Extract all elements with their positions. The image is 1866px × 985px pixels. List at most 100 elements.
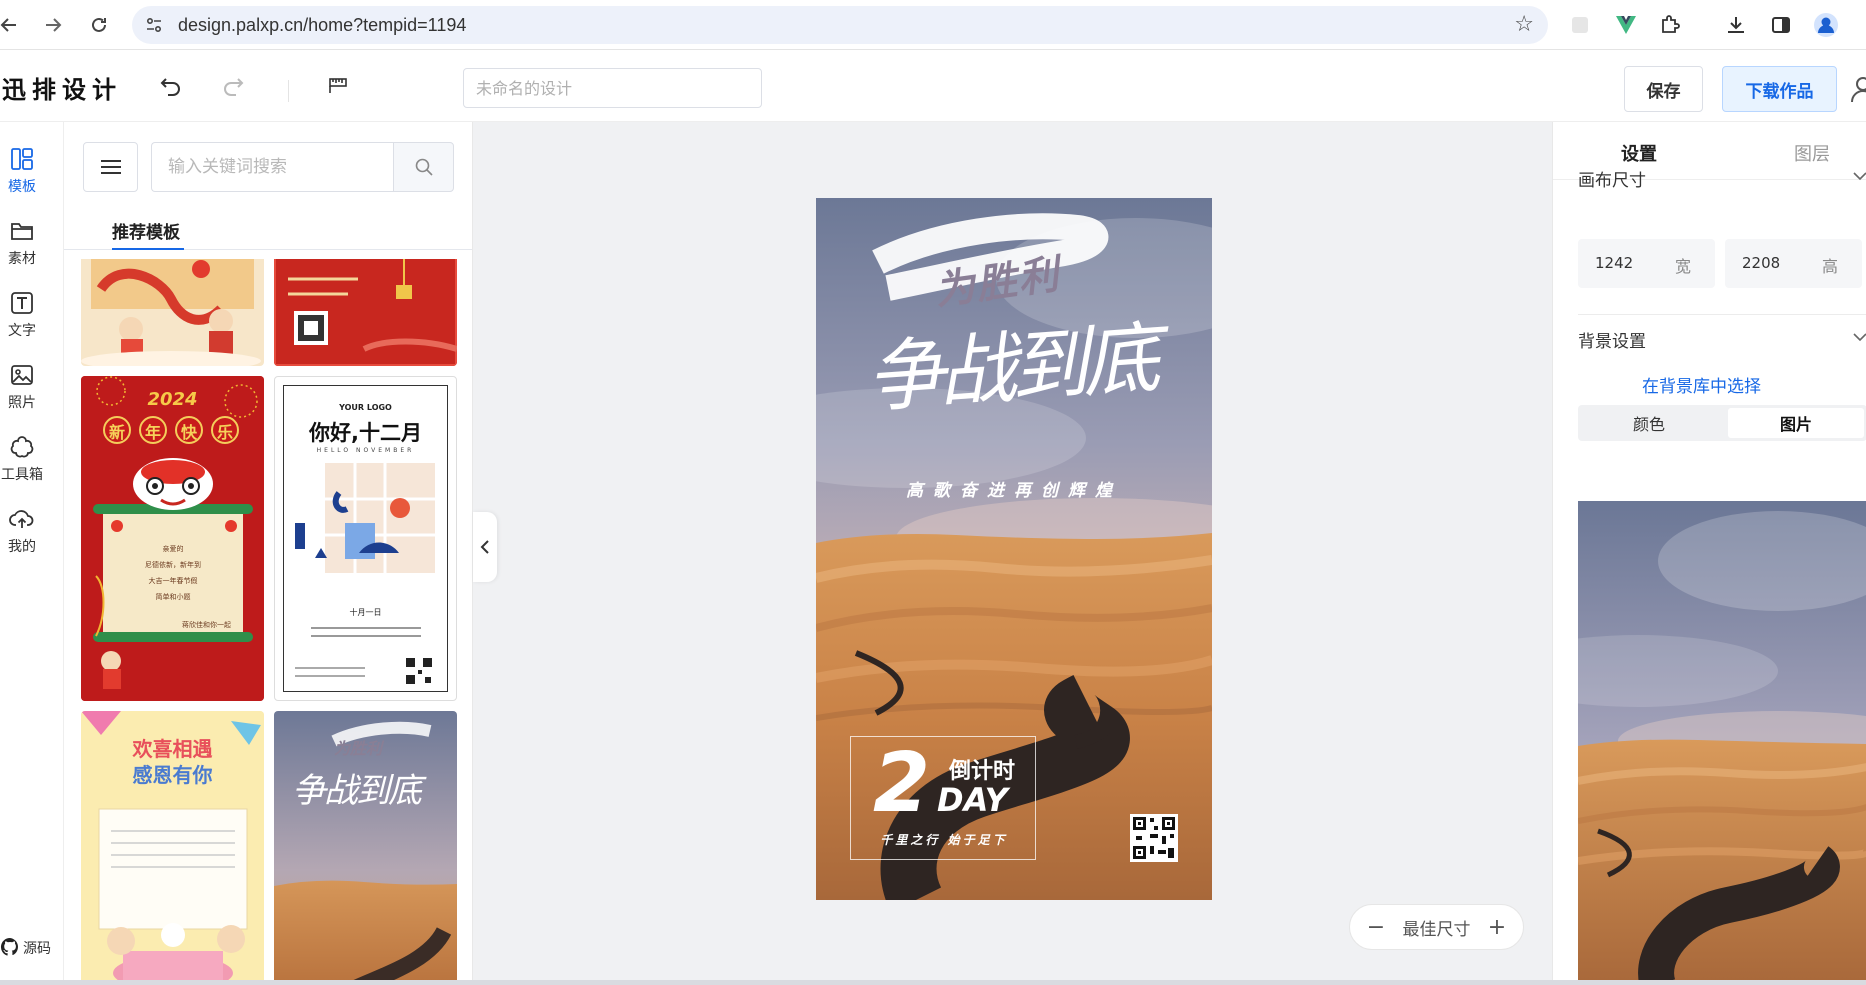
design-title-input[interactable] [463, 68, 762, 108]
poster-main-title[interactable]: 争战到底 [862, 296, 1158, 428]
recommended-templates-tab[interactable]: 推荐模板 [64, 214, 472, 250]
countdown-box[interactable]: 2 倒计时 DAY 千里之行 始于足下 [850, 736, 1036, 860]
template-thumb-thanks[interactable]: 欢喜相遇 感恩有你 [81, 711, 264, 985]
thumb-main-text: 争战到底 [292, 771, 422, 811]
vue-devtools-icon[interactable] [1612, 11, 1640, 39]
template-search-input[interactable] [151, 142, 393, 192]
tab-layers[interactable]: 图层 [1794, 140, 1830, 166]
template-thumb-red-card[interactable] [274, 259, 457, 366]
rail-label: 工具箱 [1, 467, 43, 483]
folder-icon [9, 218, 35, 244]
side-panel-icon[interactable] [1767, 11, 1795, 39]
menu-icon [100, 160, 121, 174]
app-header: 迅排设计 保存 下载作品 [0, 50, 1866, 122]
source-code-label: 源码 [23, 941, 51, 957]
redo-icon [224, 78, 244, 96]
thumb-char: 快 [180, 423, 197, 442]
reload-icon [92, 17, 106, 32]
source-code-link[interactable]: 源码 [0, 937, 51, 959]
template-thumb-new-year[interactable]: 2024 新 年 快 乐 亲爱的 尼德依新，新年到 大吉一年春节假 简单和小题 … [81, 376, 264, 701]
collapse-panel-button[interactable] [473, 512, 497, 582]
profile-avatar-icon[interactable] [1812, 11, 1840, 39]
countdown-motto: 千里之行 始于足下 [880, 833, 1008, 847]
thumb-letter-text: 亲爱的 尼德依新，新年到 大吉一年春节假 简单和小题 蒋欣佳和你一起 [103, 541, 243, 633]
poster-qr-code[interactable] [1130, 814, 1178, 862]
rail-item-toolbox[interactable]: 工具箱 [0, 434, 44, 494]
rail-item-photo[interactable]: 照片 [0, 362, 44, 422]
search-button[interactable] [393, 142, 454, 192]
forward-button[interactable] [38, 8, 68, 42]
ruler-icon [329, 78, 347, 93]
thumb-illustration [295, 463, 435, 573]
thumb-textline [311, 627, 421, 629]
canvas-height-input[interactable]: 2208 高 [1725, 239, 1862, 288]
zoom-out-button[interactable]: − [1366, 915, 1386, 940]
tab-underline [112, 248, 184, 250]
chevron-down-icon[interactable] [1852, 329, 1866, 345]
thumb-char: 乐 [216, 423, 233, 442]
bookmark-star-icon[interactable]: ☆ [1514, 12, 1534, 37]
user-avatar-icon[interactable] [1848, 74, 1866, 104]
bg-image-option[interactable]: 图片 [1728, 408, 1864, 438]
template-thumb-dragon[interactable] [81, 259, 264, 366]
app-logo: 迅排设计 [2, 75, 122, 104]
thumb-textline [311, 635, 421, 637]
width-unit: 宽 [1674, 257, 1691, 276]
rail-label: 照片 [8, 395, 36, 411]
chevron-down-icon[interactable] [1852, 168, 1866, 184]
thumb-title: 你好,十二月 [309, 421, 422, 445]
poster-subtitle[interactable]: 高歌奋进再创辉煌 [816, 476, 1212, 501]
extensions-icon[interactable] [1656, 11, 1684, 39]
arrow-right-icon [46, 18, 62, 32]
redo-button[interactable] [217, 70, 249, 102]
site-info-icon[interactable] [142, 13, 166, 37]
zoom-best-fit-button[interactable]: 最佳尺寸 [1403, 915, 1471, 940]
cloud-upload-icon [9, 506, 35, 532]
canvas-width-input[interactable]: 1242 宽 [1578, 239, 1715, 288]
width-value: 1242 [1595, 254, 1634, 272]
canvas-size-label: 画布尺寸 [1578, 171, 1646, 191]
template-icon [9, 146, 35, 172]
chevron-left-icon [480, 540, 489, 554]
address-bar[interactable]: design.palxp.cn/home?tempid=1194 ☆ [132, 6, 1548, 44]
design-canvas[interactable]: 为胜利 争战到底 高歌奋进再创辉煌 2 倒计时 DAY 千里之行 始于足下 [816, 198, 1212, 900]
rail-item-template[interactable]: 模板 [0, 146, 44, 206]
template-thumb-december[interactable]: YOUR LOGO 你好,十二月 HELLO NOVEMBER 十月一日 [274, 376, 457, 701]
thumb-textline [295, 667, 365, 669]
category-menu-button[interactable] [83, 142, 138, 192]
section-title: 推荐模板 [112, 223, 180, 243]
thumb-letter-line: 简单和小题 [155, 593, 191, 601]
download-icon[interactable] [1722, 11, 1750, 39]
window-bottom-edge [0, 980, 1866, 985]
background-image-preview[interactable] [1578, 501, 1866, 985]
countdown-number: 2 [873, 736, 931, 831]
url-text: design.palxp.cn/home?tempid=1194 [178, 15, 467, 35]
zoom-in-button[interactable]: + [1487, 915, 1507, 940]
height-value: 2208 [1742, 254, 1781, 272]
rail-label: 我的 [8, 539, 36, 555]
rail-item-mine[interactable]: 我的 [0, 506, 44, 566]
undo-button[interactable] [155, 70, 187, 102]
thumb-letter-line: 尼德依新，新年到 [145, 561, 201, 569]
background-library-link[interactable]: 在背景库中选择 [1553, 372, 1850, 397]
countdown-unit: DAY [937, 781, 1008, 819]
zoom-control: − 最佳尺寸 + [1349, 904, 1524, 950]
photo-icon [9, 362, 35, 388]
template-thumb-desert[interactable]: 为胜利 争战到底 [274, 711, 457, 985]
rail-item-material[interactable]: 素材 [0, 218, 44, 278]
rail-label: 文字 [8, 323, 36, 339]
extension-puzzle-gray-icon[interactable] [1566, 11, 1594, 39]
thumb-title-1: 欢喜相遇 [132, 737, 213, 761]
download-button[interactable]: 下载作品 [1722, 66, 1837, 112]
settings-panel: 设置 图层 画布尺寸 1242 宽 2208 高 背景设置 在背景库中选择 颜色… [1552, 122, 1866, 985]
thumb-letter-line: 大吉一年春节假 [148, 577, 198, 585]
save-button[interactable]: 保存 [1624, 66, 1703, 112]
back-button[interactable] [0, 8, 24, 42]
template-panel: 推荐模板 [64, 122, 473, 985]
thumb-letter-sign: 蒋欣佳和你一起 [182, 621, 231, 629]
bg-color-option[interactable]: 颜色 [1581, 408, 1717, 438]
tab-settings[interactable]: 设置 [1621, 140, 1657, 166]
rail-item-text[interactable]: 文字 [0, 290, 44, 350]
reload-button[interactable] [84, 8, 114, 42]
ruler-button[interactable] [322, 70, 354, 102]
